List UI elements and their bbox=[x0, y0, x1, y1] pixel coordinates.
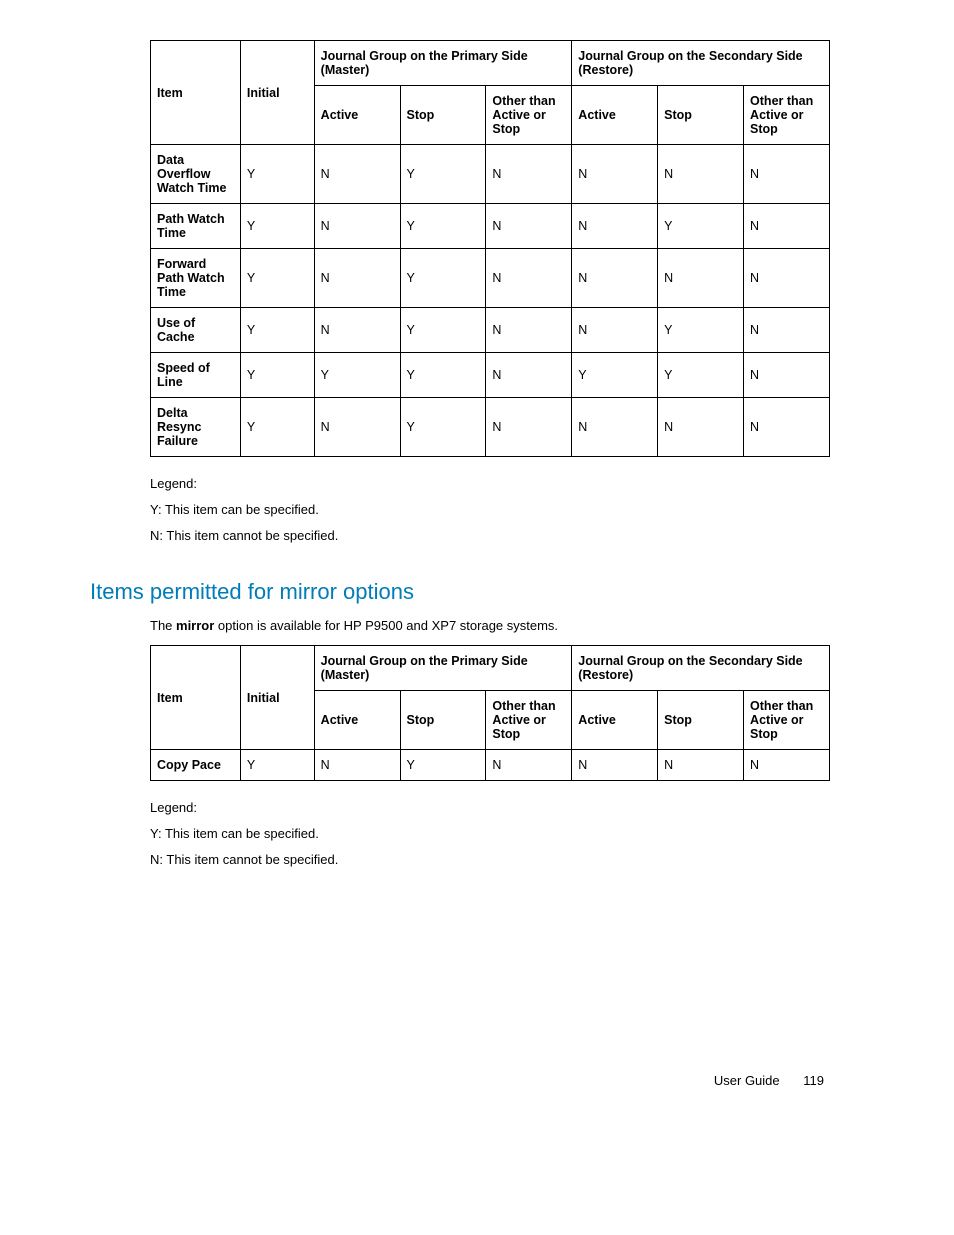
cell-item: Delta Resync Failure bbox=[151, 398, 241, 457]
cell-p_stop: Y bbox=[400, 750, 486, 781]
th2-s-other: Other than Active or Stop bbox=[744, 691, 830, 750]
mirror-intro: The mirror option is available for HP P9… bbox=[150, 618, 864, 633]
cell-initial: Y bbox=[240, 398, 314, 457]
cell-s_other: N bbox=[744, 398, 830, 457]
cell-s_stop: Y bbox=[658, 353, 744, 398]
th-item: Item bbox=[151, 41, 241, 145]
cell-p_active: N bbox=[314, 249, 400, 308]
cell-item: Speed of Line bbox=[151, 353, 241, 398]
th2-p-stop: Stop bbox=[400, 691, 486, 750]
legend2-y: Y: This item can be specified. bbox=[150, 821, 864, 847]
cell-p_stop: Y bbox=[400, 249, 486, 308]
cell-s_active: N bbox=[572, 249, 658, 308]
cell-item: Data Overflow Watch Time bbox=[151, 145, 241, 204]
cell-p_other: N bbox=[486, 398, 572, 457]
th2-s-stop: Stop bbox=[658, 691, 744, 750]
cell-p_active: N bbox=[314, 204, 400, 249]
table-row: Delta Resync FailureYNYNNNN bbox=[151, 398, 830, 457]
cell-s_active: N bbox=[572, 204, 658, 249]
cell-s_other: N bbox=[744, 249, 830, 308]
cell-p_active: N bbox=[314, 398, 400, 457]
cell-p_other: N bbox=[486, 750, 572, 781]
cell-s_stop: N bbox=[658, 398, 744, 457]
th2-primary: Journal Group on the Primary Side (Maste… bbox=[314, 646, 572, 691]
cell-s_other: N bbox=[744, 145, 830, 204]
legend2: Legend: Y: This item can be specified. N… bbox=[150, 795, 864, 873]
cell-p_active: N bbox=[314, 308, 400, 353]
cell-s_active: N bbox=[572, 145, 658, 204]
section-title-mirror: Items permitted for mirror options bbox=[90, 579, 864, 605]
cell-p_other: N bbox=[486, 353, 572, 398]
th-p-stop: Stop bbox=[400, 86, 486, 145]
th2-secondary: Journal Group on the Secondary Side (Res… bbox=[572, 646, 830, 691]
cell-initial: Y bbox=[240, 353, 314, 398]
legend1-n: N: This item cannot be specified. bbox=[150, 523, 864, 549]
cell-p_active: N bbox=[314, 750, 400, 781]
cell-item: Path Watch Time bbox=[151, 204, 241, 249]
footer-label: User Guide bbox=[714, 1073, 780, 1088]
cell-s_stop: N bbox=[658, 145, 744, 204]
cell-s_stop: N bbox=[658, 750, 744, 781]
cell-s_stop: N bbox=[658, 249, 744, 308]
table-row: Forward Path Watch TimeYNYNNNN bbox=[151, 249, 830, 308]
th-p-other: Other than Active or Stop bbox=[486, 86, 572, 145]
th-s-active: Active bbox=[572, 86, 658, 145]
cell-item: Use of Cache bbox=[151, 308, 241, 353]
cell-s_other: N bbox=[744, 353, 830, 398]
table-mirror-options: Item Initial Journal Group on the Primar… bbox=[150, 645, 830, 781]
cell-p_stop: Y bbox=[400, 308, 486, 353]
legend1: Legend: Y: This item can be specified. N… bbox=[150, 471, 864, 549]
cell-initial: Y bbox=[240, 249, 314, 308]
th-s-stop: Stop bbox=[658, 86, 744, 145]
cell-initial: Y bbox=[240, 308, 314, 353]
table-journal-options: Item Initial Journal Group on the Primar… bbox=[150, 40, 830, 457]
cell-s_other: N bbox=[744, 750, 830, 781]
cell-s_active: N bbox=[572, 398, 658, 457]
th-primary: Journal Group on the Primary Side (Maste… bbox=[314, 41, 572, 86]
cell-p_active: N bbox=[314, 145, 400, 204]
cell-s_active: N bbox=[572, 308, 658, 353]
cell-p_other: N bbox=[486, 249, 572, 308]
th-s-other: Other than Active or Stop bbox=[744, 86, 830, 145]
cell-p_stop: Y bbox=[400, 353, 486, 398]
table-row: Data Overflow Watch TimeYNYNNNN bbox=[151, 145, 830, 204]
cell-initial: Y bbox=[240, 750, 314, 781]
th-secondary: Journal Group on the Secondary Side (Res… bbox=[572, 41, 830, 86]
th2-p-active: Active bbox=[314, 691, 400, 750]
cell-s_stop: Y bbox=[658, 204, 744, 249]
cell-item: Copy Pace bbox=[151, 750, 241, 781]
cell-s_other: N bbox=[744, 204, 830, 249]
cell-p_stop: Y bbox=[400, 204, 486, 249]
legend2-title: Legend: bbox=[150, 795, 864, 821]
cell-s_other: N bbox=[744, 308, 830, 353]
cell-s_active: Y bbox=[572, 353, 658, 398]
cell-item: Forward Path Watch Time bbox=[151, 249, 241, 308]
cell-p_other: N bbox=[486, 204, 572, 249]
th-initial: Initial bbox=[240, 41, 314, 145]
cell-p_other: N bbox=[486, 145, 572, 204]
cell-p_stop: Y bbox=[400, 145, 486, 204]
cell-s_active: N bbox=[572, 750, 658, 781]
page-footer: User Guide 119 bbox=[90, 1073, 864, 1088]
th2-initial: Initial bbox=[240, 646, 314, 750]
th2-s-active: Active bbox=[572, 691, 658, 750]
cell-initial: Y bbox=[240, 204, 314, 249]
cell-initial: Y bbox=[240, 145, 314, 204]
table-row: Use of CacheYNYNNYN bbox=[151, 308, 830, 353]
th2-p-other: Other than Active or Stop bbox=[486, 691, 572, 750]
footer-page: 119 bbox=[803, 1073, 824, 1088]
legend1-title: Legend: bbox=[150, 471, 864, 497]
th2-item: Item bbox=[151, 646, 241, 750]
table-row: Speed of LineYYYNYYN bbox=[151, 353, 830, 398]
th-p-active: Active bbox=[314, 86, 400, 145]
cell-p_other: N bbox=[486, 308, 572, 353]
table-row: Copy PaceYNYNNNN bbox=[151, 750, 830, 781]
legend1-y: Y: This item can be specified. bbox=[150, 497, 864, 523]
cell-s_stop: Y bbox=[658, 308, 744, 353]
table-row: Path Watch TimeYNYNNYN bbox=[151, 204, 830, 249]
legend2-n: N: This item cannot be specified. bbox=[150, 847, 864, 873]
cell-p_active: Y bbox=[314, 353, 400, 398]
cell-p_stop: Y bbox=[400, 398, 486, 457]
